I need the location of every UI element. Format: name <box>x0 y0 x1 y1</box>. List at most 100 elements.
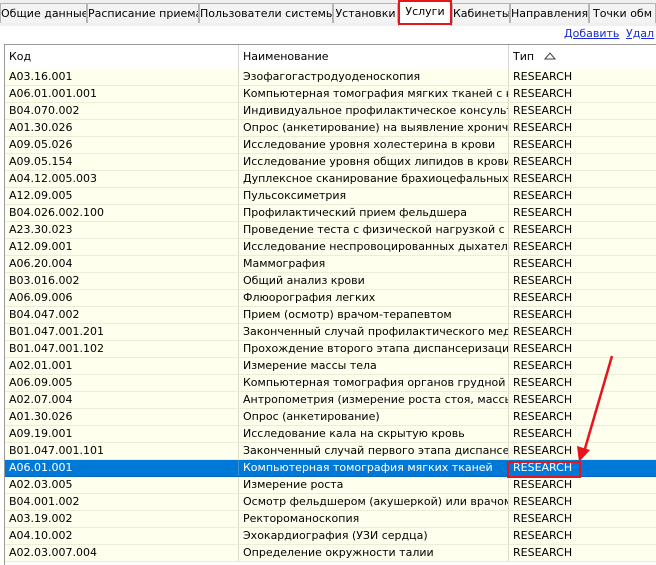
cell-code: A09.19.001 <box>5 426 239 442</box>
cell-code: A12.09.001 <box>5 239 239 255</box>
column-header-type[interactable]: Тип <box>509 45 656 69</box>
cell-type: RESEARCH <box>509 69 656 85</box>
table-row[interactable]: A06.09.005 Компьютерная томография органо… <box>5 375 656 392</box>
cell-type: RESEARCH <box>509 256 656 272</box>
table-row[interactable]: A09.05.154 Исследование уровня общих липи… <box>5 154 656 171</box>
tab-schedule[interactable]: Расписание приема <box>87 3 199 23</box>
cell-code: A02.01.001 <box>5 358 239 374</box>
tab-referrals[interactable]: Направления <box>510 3 589 23</box>
cell-type: RESEARCH <box>509 188 656 204</box>
table-row[interactable]: A04.10.002 Эхокардиография (УЗИ сердца) RE… <box>5 528 656 545</box>
tab-exchange-points[interactable]: Точки обм <box>589 3 656 23</box>
table-row[interactable]: A02.03.007.004 Определение окружности тал… <box>5 545 656 562</box>
add-link[interactable]: Добавить <box>564 27 619 40</box>
cell-type: RESEARCH <box>509 443 656 459</box>
column-header-code[interactable]: Код <box>5 45 239 69</box>
table-row[interactable]: A04.12.005.003 Дуплексное сканирование бр… <box>5 171 656 188</box>
cell-code: A06.01.001.001 <box>5 86 239 102</box>
table-row[interactable]: A02.01.001 Измерение массы тела RESEARCH <box>5 358 656 375</box>
cell-name: Осмотр фельдшером (акушеркой) или врачом… <box>239 494 509 510</box>
cell-name: Общий анализ крови <box>239 273 509 289</box>
cell-type: RESEARCH <box>509 460 656 476</box>
cell-code: B01.047.001.201 <box>5 324 239 340</box>
table-row[interactable]: B01.047.001.101 Законченный случай первог… <box>5 443 656 460</box>
table-row[interactable]: A06.01.001 Компьютерная томография мягких… <box>5 460 656 477</box>
table-row[interactable]: A03.19.002 Ректороманоскопия RESEARCH <box>5 511 656 528</box>
cell-name: Компьютерная томография мягких тканей с … <box>239 86 509 102</box>
column-header-name[interactable]: Наименование <box>239 45 509 69</box>
table-row[interactable]: B04.070.002 Индивидуальное профилактическ… <box>5 103 656 120</box>
table-row[interactable]: A03.16.001 Эзофагогастродуоденоскопия RESE… <box>5 69 656 86</box>
tab-bar: Общие данные Расписание приема Пользоват… <box>0 0 656 27</box>
triangle-up-icon <box>543 45 556 69</box>
table-row[interactable]: B01.047.001.201 Законченный случай профил… <box>5 324 656 341</box>
cell-type: RESEARCH <box>509 273 656 289</box>
delete-link[interactable]: Удал <box>626 27 654 40</box>
cell-type: RESEARCH <box>509 222 656 238</box>
table-row[interactable]: B04.001.002 Осмотр фельдшером (акушеркой)… <box>5 494 656 511</box>
cell-code: A06.09.005 <box>5 375 239 391</box>
cell-type: RESEARCH <box>509 409 656 425</box>
cell-type: RESEARCH <box>509 341 656 357</box>
cell-type: RESEARCH <box>509 392 656 408</box>
cell-code: A23.30.023 <box>5 222 239 238</box>
table-row[interactable]: A01.30.026 Опрос (анкетирование) RESEARCH <box>5 409 656 426</box>
cell-name: Дуплексное сканирование брахиоцефальных … <box>239 171 509 187</box>
cell-code: B04.070.002 <box>5 103 239 119</box>
cell-type: RESEARCH <box>509 239 656 255</box>
table-row[interactable]: A09.19.001 Исследование кала на скрытую к… <box>5 426 656 443</box>
cell-type: RESEARCH <box>509 86 656 102</box>
cell-code: B04.047.002 <box>5 307 239 323</box>
cell-name: Прием (осмотр) врачом-терапевтом <box>239 307 509 323</box>
table-row[interactable]: A01.30.026 Опрос (анкетирование) на выявл… <box>5 120 656 137</box>
cell-name: Ректороманоскопия <box>239 511 509 527</box>
tab-settings[interactable]: Установки <box>333 3 398 23</box>
table-row[interactable]: A23.30.023 Проведение теста с физической … <box>5 222 656 239</box>
column-header-name-label: Наименование <box>243 50 329 63</box>
cell-type: RESEARCH <box>509 103 656 119</box>
cell-name: Индивидуальное профилактическое консульт… <box>239 103 509 119</box>
cell-code: A06.01.001 <box>5 460 239 476</box>
tab-rooms[interactable]: Кабинеты <box>452 3 510 23</box>
toolbar: Добавить Удал <box>0 26 656 44</box>
table-row[interactable]: B04.026.002.100 Профилактический прием фе… <box>5 205 656 222</box>
cell-name: Флюорография легких <box>239 290 509 306</box>
cell-code: A06.09.006 <box>5 290 239 306</box>
table-row[interactable]: A12.09.001 Исследование неспровоцированны… <box>5 239 656 256</box>
cell-name: Прохождение второго этапа диспансеризаци… <box>239 341 509 357</box>
cell-name: Определение окружности талии <box>239 545 509 561</box>
tab-general[interactable]: Общие данные <box>0 3 87 23</box>
cell-code: A01.30.026 <box>5 120 239 136</box>
services-grid: Код Наименование Тип A03.16.001 Эзофагога… <box>4 44 656 565</box>
table-row[interactable]: B01.047.001.102 Прохождение второго этапа… <box>5 341 656 358</box>
cell-name: Маммография <box>239 256 509 272</box>
table-row[interactable]: A06.09.006 Флюорография легких RESEARCH <box>5 290 656 307</box>
cell-name: Измерение массы тела <box>239 358 509 374</box>
cell-name: Опрос (анкетирование) на выявление хрони… <box>239 120 509 136</box>
cell-type: RESEARCH <box>509 358 656 374</box>
column-header-code-label: Код <box>9 50 32 63</box>
table-row[interactable]: A06.01.001.001 Компьютерная томография мя… <box>5 86 656 103</box>
table-row[interactable]: B03.016.002 Общий анализ крови RESEARCH <box>5 273 656 290</box>
cell-type: RESEARCH <box>509 307 656 323</box>
table-row[interactable]: A02.07.004 Антропометрия (измерение роста… <box>5 392 656 409</box>
cell-type: RESEARCH <box>509 477 656 493</box>
cell-type: RESEARCH <box>509 511 656 527</box>
grid-rows: A03.16.001 Эзофагогастродуоденоскопия RESE… <box>5 69 656 562</box>
cell-type: RESEARCH <box>509 494 656 510</box>
table-row[interactable]: A06.20.004 Маммография RESEARCH <box>5 256 656 273</box>
cell-name: Исследование уровня общих липидов в кров… <box>239 154 509 170</box>
tab-users[interactable]: Пользователи системы <box>199 3 333 23</box>
cell-name: Законченный случай профилактического мед… <box>239 324 509 340</box>
table-row[interactable]: A12.09.005 Пульсоксиметрия RESEARCH <box>5 188 656 205</box>
cell-type: RESEARCH <box>509 324 656 340</box>
tab-services[interactable]: Услуги <box>398 0 452 26</box>
table-row[interactable]: A02.03.005 Измерение роста RESEARCH <box>5 477 656 494</box>
table-row[interactable]: B04.047.002 Прием (осмотр) врачом-терапев… <box>5 307 656 324</box>
table-row[interactable]: A09.05.026 Исследование уровня холестерин… <box>5 137 656 154</box>
cell-type: RESEARCH <box>509 290 656 306</box>
cell-type: RESEARCH <box>509 528 656 544</box>
cell-code: A09.05.026 <box>5 137 239 153</box>
cell-code: B01.047.001.101 <box>5 443 239 459</box>
cell-code: A03.16.001 <box>5 69 239 85</box>
